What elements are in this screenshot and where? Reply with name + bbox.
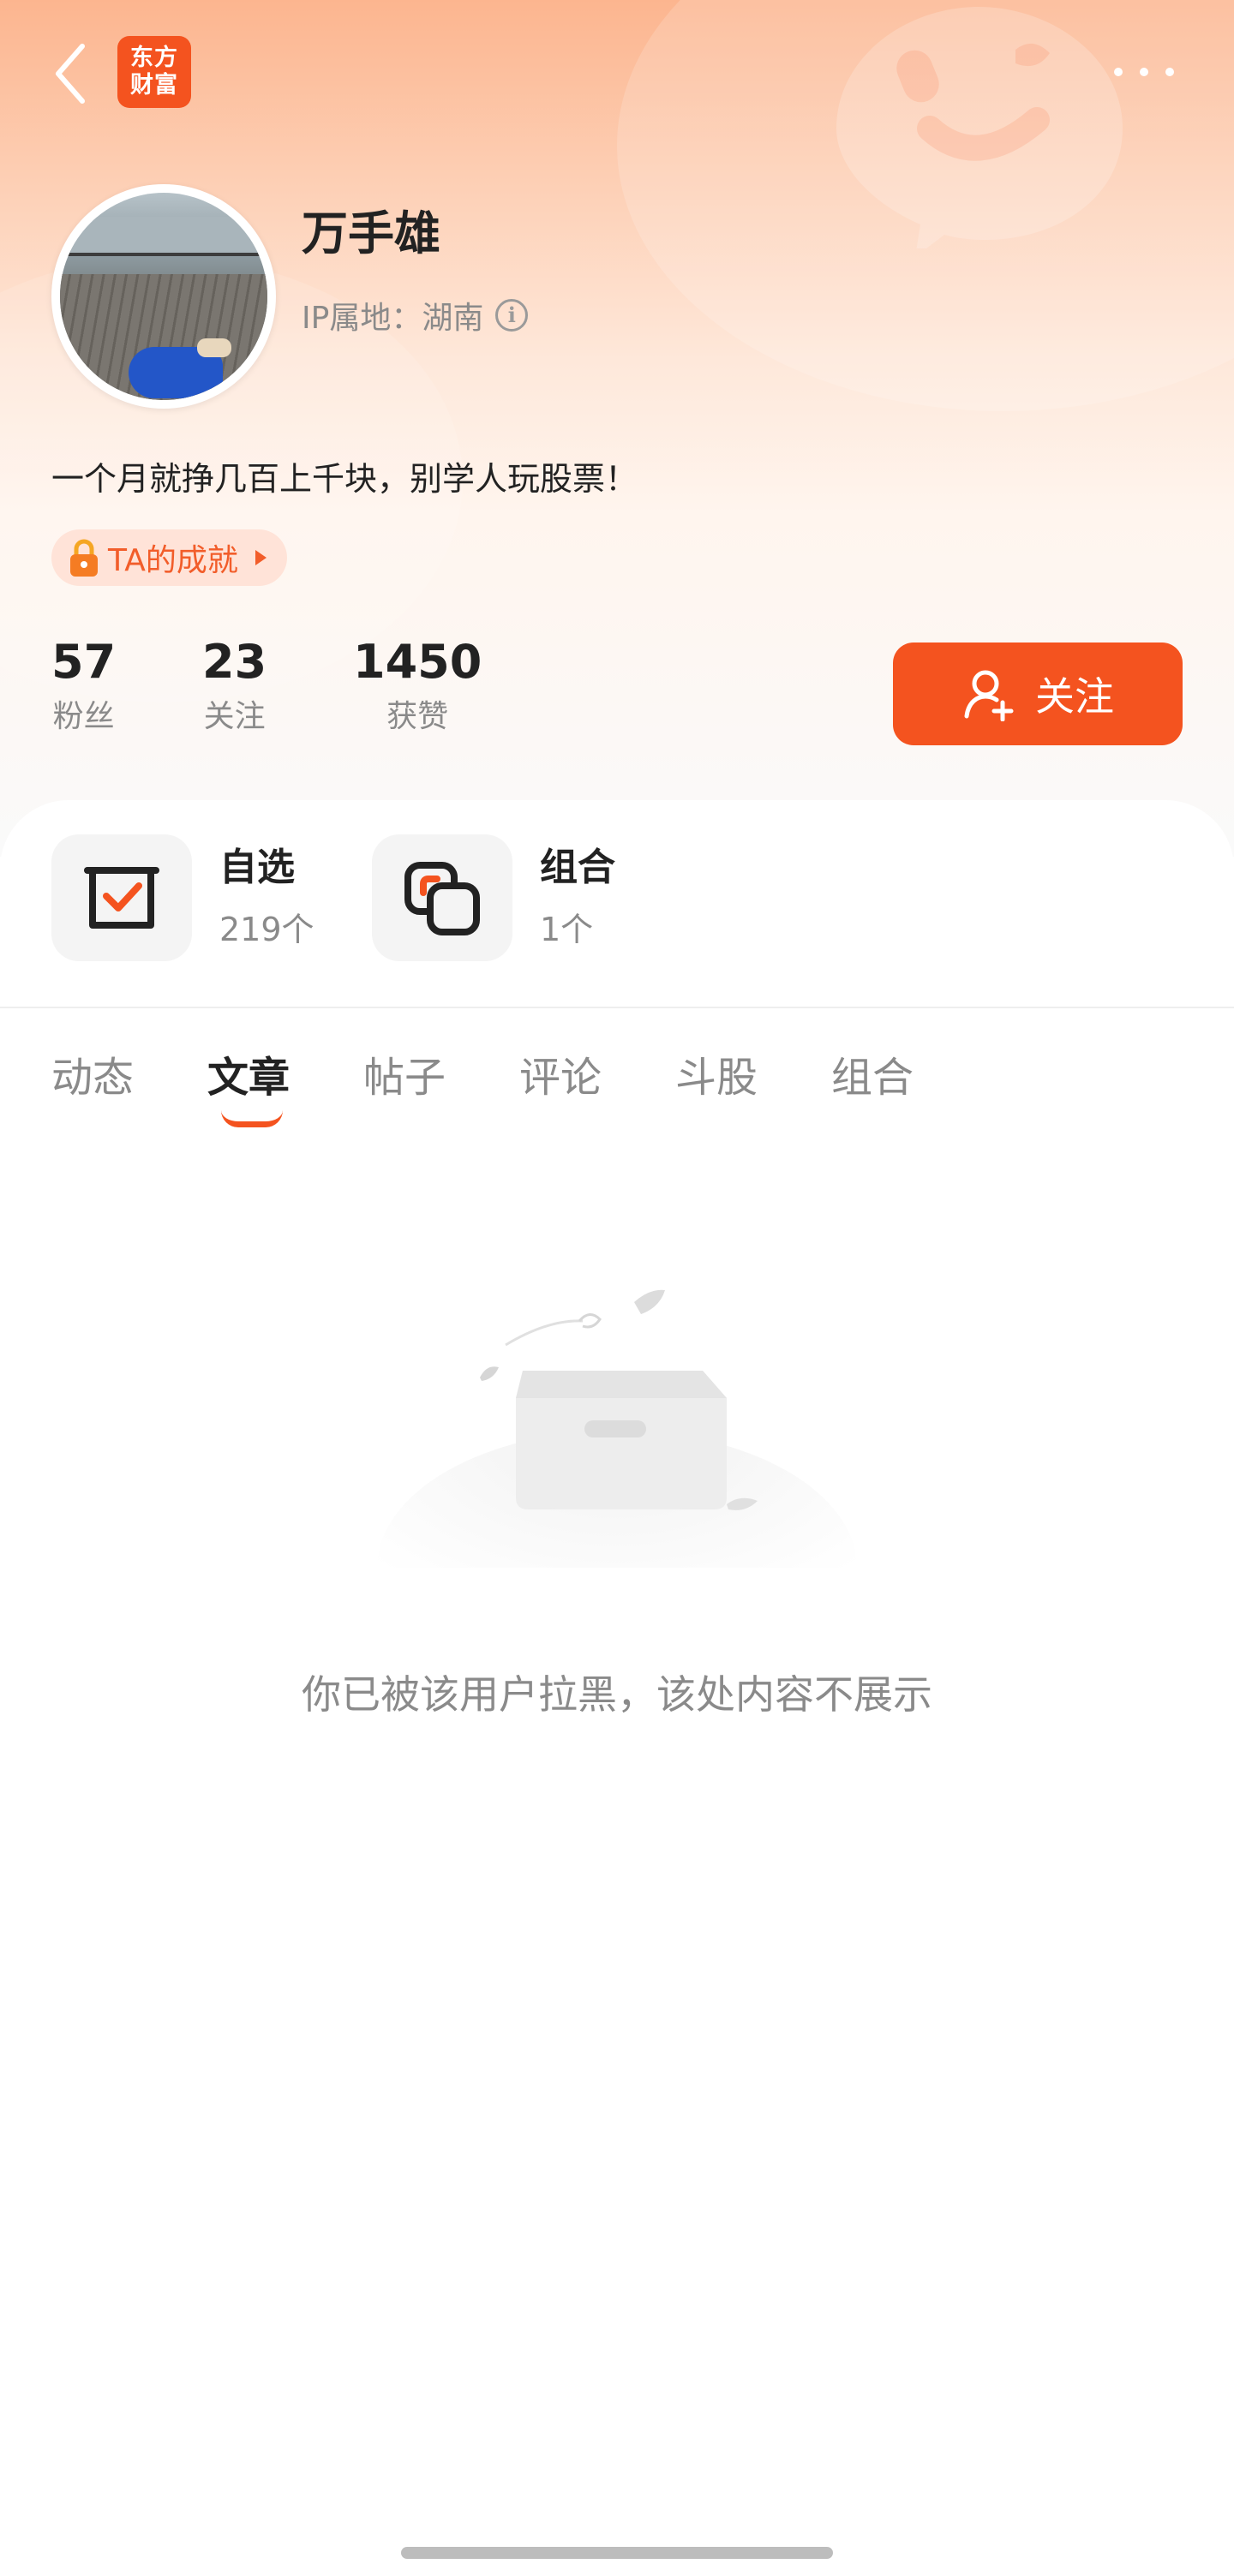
follow-button-label: 关注 bbox=[1035, 673, 1114, 720]
active-tab-indicator bbox=[221, 1110, 283, 1127]
chevron-left-icon bbox=[56, 44, 85, 104]
stat-value: 1450 bbox=[353, 635, 482, 689]
shortcut-text: 自选 219个 bbox=[219, 842, 314, 953]
more-dots-icon bbox=[1165, 68, 1174, 76]
info-icon[interactable]: i bbox=[495, 299, 529, 332]
shortcut-text: 组合 1个 bbox=[540, 842, 615, 953]
username: 万手雄 bbox=[302, 206, 440, 260]
home-indicator[interactable] bbox=[401, 2547, 833, 2559]
add-user-icon bbox=[964, 670, 1014, 721]
stat-following[interactable]: 23 关注 bbox=[202, 632, 267, 738]
brand-logo-line1: 东方 bbox=[130, 45, 178, 71]
section-divider bbox=[0, 1007, 1234, 1008]
back-button[interactable] bbox=[45, 39, 96, 108]
shortcut-subtitle: 219个 bbox=[219, 911, 314, 948]
tab-articles[interactable]: 文章 bbox=[207, 1043, 290, 1103]
user-bio: 一个月就挣几百上千块，别学人玩股票！ bbox=[51, 460, 638, 498]
lock-icon bbox=[70, 539, 98, 577]
stat-label: 粉丝 bbox=[52, 699, 115, 734]
tab-dynamics[interactable]: 动态 bbox=[51, 1043, 134, 1103]
more-dots-icon bbox=[1140, 68, 1148, 76]
empty-box-icon bbox=[377, 1289, 857, 1568]
avatar-photo bbox=[60, 193, 267, 400]
user-profile-page: 东方 财富 万手雄 IP属地：湖南 i 一个月就挣几百上千块，别学人玩股票！ T… bbox=[0, 0, 1234, 2576]
stat-value: 23 bbox=[202, 635, 267, 689]
more-options-button[interactable] bbox=[1105, 51, 1183, 93]
shortcut-title: 组合 bbox=[540, 846, 615, 889]
watchlist-check-icon bbox=[84, 867, 159, 929]
stat-fans[interactable]: 57 粉丝 bbox=[51, 632, 116, 738]
brand-logo-line2: 财富 bbox=[130, 72, 178, 99]
achievement-badge[interactable]: TA的成就 bbox=[51, 529, 287, 586]
more-dots-icon bbox=[1114, 68, 1123, 76]
tab-stock-battle[interactable]: 斗股 bbox=[675, 1043, 758, 1103]
stat-label: 关注 bbox=[203, 699, 266, 734]
stat-value: 57 bbox=[51, 635, 117, 689]
ip-location-row: IP属地：湖南 i bbox=[302, 293, 529, 338]
play-arrow-icon bbox=[255, 550, 267, 565]
portfolio-icon bbox=[404, 862, 480, 935]
shortcut-icon-box bbox=[372, 834, 512, 961]
tab-comments[interactable]: 评论 bbox=[519, 1043, 602, 1103]
stat-likes[interactable]: 1450 获赞 bbox=[353, 632, 482, 738]
tab-portfolio[interactable]: 组合 bbox=[831, 1043, 914, 1103]
achievement-label: TA的成就 bbox=[108, 543, 238, 578]
smile-bubble-decoration bbox=[836, 7, 1123, 248]
shortcut-icon-box bbox=[51, 834, 192, 961]
stat-label: 获赞 bbox=[386, 699, 449, 734]
watchlist-shortcut[interactable]: 自选 219个 bbox=[51, 834, 314, 961]
follow-button[interactable]: 关注 bbox=[893, 643, 1183, 745]
tab-posts[interactable]: 帖子 bbox=[363, 1043, 446, 1103]
avatar[interactable] bbox=[51, 184, 276, 409]
shortcut-subtitle: 1个 bbox=[540, 911, 594, 948]
shortcut-title: 自选 bbox=[219, 846, 295, 889]
content-tabs: 动态 文章 帖子 评论 斗股 组合 bbox=[0, 1028, 1234, 1122]
ip-location: IP属地：湖南 bbox=[302, 301, 484, 336]
empty-state-message: 你已被该用户拉黑，该处内容不展示 bbox=[302, 1671, 932, 1718]
portfolio-shortcut[interactable]: 组合 1个 bbox=[372, 834, 615, 961]
brand-logo[interactable]: 东方 财富 bbox=[117, 36, 191, 108]
